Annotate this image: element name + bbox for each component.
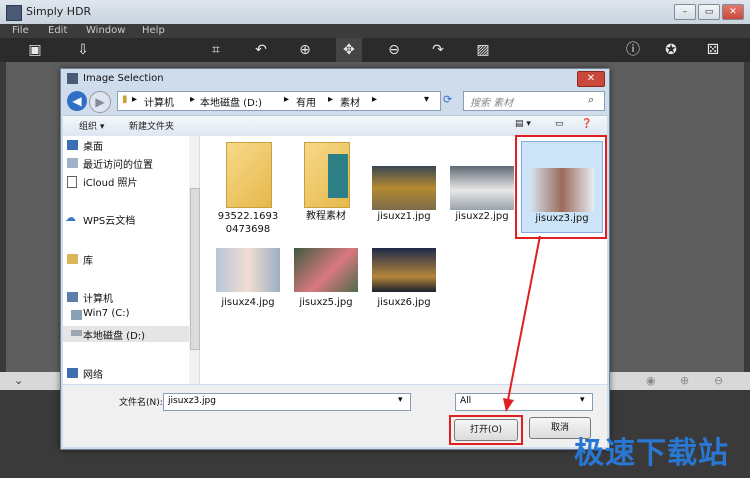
watermark-logo: 极速下载站 [574,436,729,471]
annotation-arrow [503,235,541,412]
